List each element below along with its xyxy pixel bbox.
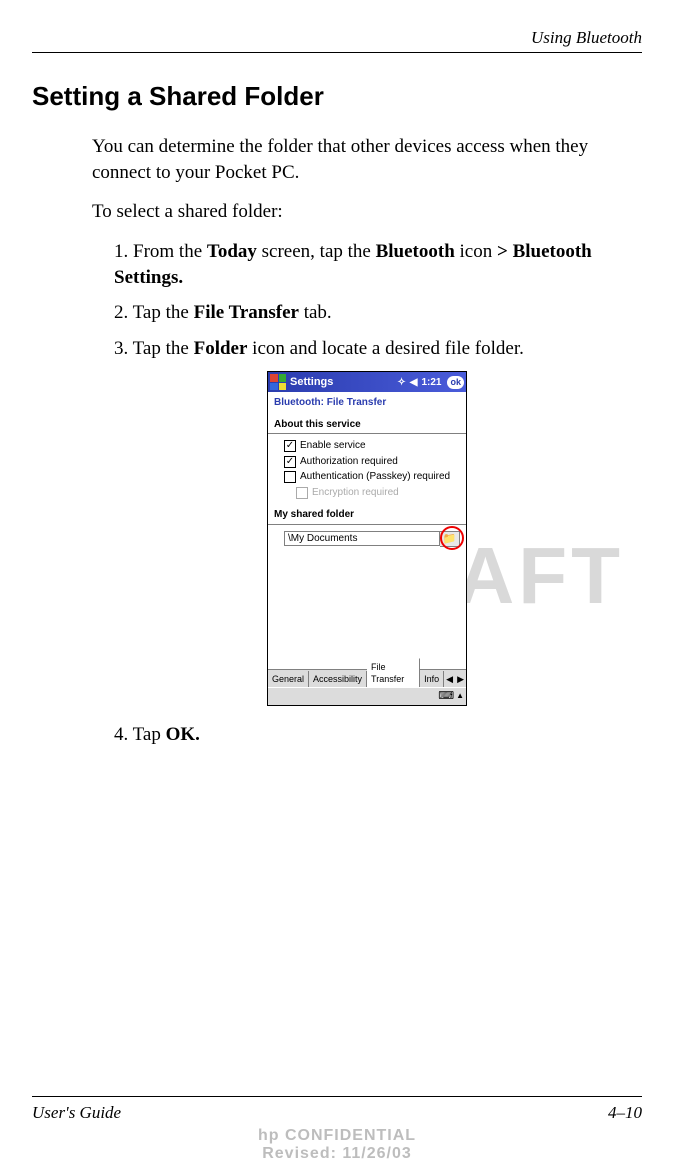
- section-title: Setting a Shared Folder: [32, 81, 642, 112]
- checkbox-icon[interactable]: ✓: [284, 456, 296, 468]
- checkbox-icon[interactable]: [284, 471, 296, 483]
- start-icon[interactable]: [270, 374, 286, 390]
- step-1: 1. From the Today screen, tap the Blueto…: [114, 239, 642, 290]
- tab-bar: General Accessibility File Transfer Info…: [268, 669, 466, 687]
- confidential-line1: hp CONFIDENTIAL: [32, 1127, 642, 1145]
- ordered-steps-cont: 4. Tap OK.: [92, 722, 642, 748]
- encryption-row: Encryption required: [268, 485, 466, 501]
- tab-accessibility[interactable]: Accessibility: [309, 671, 367, 687]
- bold-file-transfer: File Transfer: [194, 302, 299, 323]
- tab-scroll-left[interactable]: ◀: [444, 671, 455, 687]
- checkbox-icon[interactable]: ✓: [284, 440, 296, 452]
- speaker-icon[interactable]: ◀: [410, 376, 418, 390]
- page-footer: User's Guide 4–10: [32, 1096, 642, 1123]
- blank-area: [268, 549, 466, 669]
- window-title: Settings: [290, 375, 393, 390]
- authorization-row[interactable]: ✓ Authorization required: [268, 454, 466, 470]
- enable-service-row[interactable]: ✓ Enable service: [268, 438, 466, 454]
- screen-subtitle: Bluetooth: File Transfer: [268, 392, 466, 418]
- bold-today: Today: [207, 241, 257, 262]
- intro-paragraph: You can determine the folder that other …: [92, 134, 642, 185]
- footer-page-number: 4–10: [608, 1103, 642, 1123]
- checkbox-icon: [296, 487, 308, 499]
- tab-general[interactable]: General: [268, 671, 309, 687]
- ordered-steps: 1. From the Today screen, tap the Blueto…: [92, 239, 642, 362]
- footer-guide: User's Guide: [32, 1103, 121, 1123]
- sip-menu-icon[interactable]: ▲: [456, 691, 464, 702]
- checkbox-label: Encryption required: [312, 486, 399, 500]
- clock[interactable]: 1:21: [421, 376, 441, 390]
- step-2: 2. Tap the File Transfer tab.: [114, 300, 642, 326]
- keyboard-icon[interactable]: ⌨: [438, 689, 454, 704]
- bold-bluetooth: Bluetooth: [376, 241, 455, 262]
- browse-folder-button[interactable]: 📁: [440, 531, 460, 547]
- running-head: Using Bluetooth: [32, 28, 642, 53]
- connectivity-icon[interactable]: ✧: [397, 376, 405, 390]
- divider: [268, 433, 466, 434]
- tab-scroll-right[interactable]: ▶: [455, 671, 466, 687]
- step-text: icon: [455, 241, 497, 262]
- passkey-row[interactable]: Authentication (Passkey) required: [268, 469, 466, 485]
- titlebar: Settings ✧ ◀ 1:21 ok: [268, 372, 466, 392]
- step-text: 4. Tap: [114, 724, 166, 745]
- tab-info[interactable]: Info: [420, 671, 444, 687]
- ok-button[interactable]: ok: [447, 376, 464, 388]
- step-text: 3. Tap the: [114, 338, 194, 359]
- screenshot-figure: Settings ✧ ◀ 1:21 ok Bluetooth: File Tra…: [92, 371, 642, 706]
- shared-folder-row: 📁: [268, 529, 466, 549]
- page-container: Using Bluetooth Setting a Shared Folder …: [0, 0, 674, 1173]
- lead-paragraph: To select a shared folder:: [92, 199, 642, 225]
- shared-folder-input[interactable]: [284, 531, 440, 546]
- step-4: 4. Tap OK.: [114, 722, 642, 748]
- step-text: tab.: [299, 302, 332, 323]
- step-text: 2. Tap the: [114, 302, 194, 323]
- bold-folder: Folder: [194, 338, 248, 359]
- checkbox-label: Authorization required: [300, 455, 398, 469]
- tab-file-transfer[interactable]: File Transfer: [367, 658, 420, 687]
- divider: [268, 524, 466, 525]
- step-3: 3. Tap the Folder icon and locate a desi…: [114, 336, 642, 362]
- step-text: screen, tap the: [257, 241, 376, 262]
- bold-ok: OK.: [166, 724, 200, 745]
- about-label: About this service: [268, 418, 466, 434]
- sip-bar: ⌨ ▲: [268, 687, 466, 705]
- checkbox-label: Authentication (Passkey) required: [300, 470, 450, 484]
- confidential-block: hp CONFIDENTIAL Revised: 11/26/03: [32, 1127, 642, 1163]
- shared-folder-label: My shared folder: [268, 508, 466, 524]
- body-text: You can determine the folder that other …: [32, 134, 642, 758]
- pocketpc-screenshot: Settings ✧ ◀ 1:21 ok Bluetooth: File Tra…: [267, 371, 467, 706]
- confidential-line2: Revised: 11/26/03: [32, 1145, 642, 1163]
- step-text: icon and locate a desired file folder.: [247, 338, 523, 359]
- checkbox-label: Enable service: [300, 439, 366, 453]
- step-text: 1. From the: [114, 241, 207, 262]
